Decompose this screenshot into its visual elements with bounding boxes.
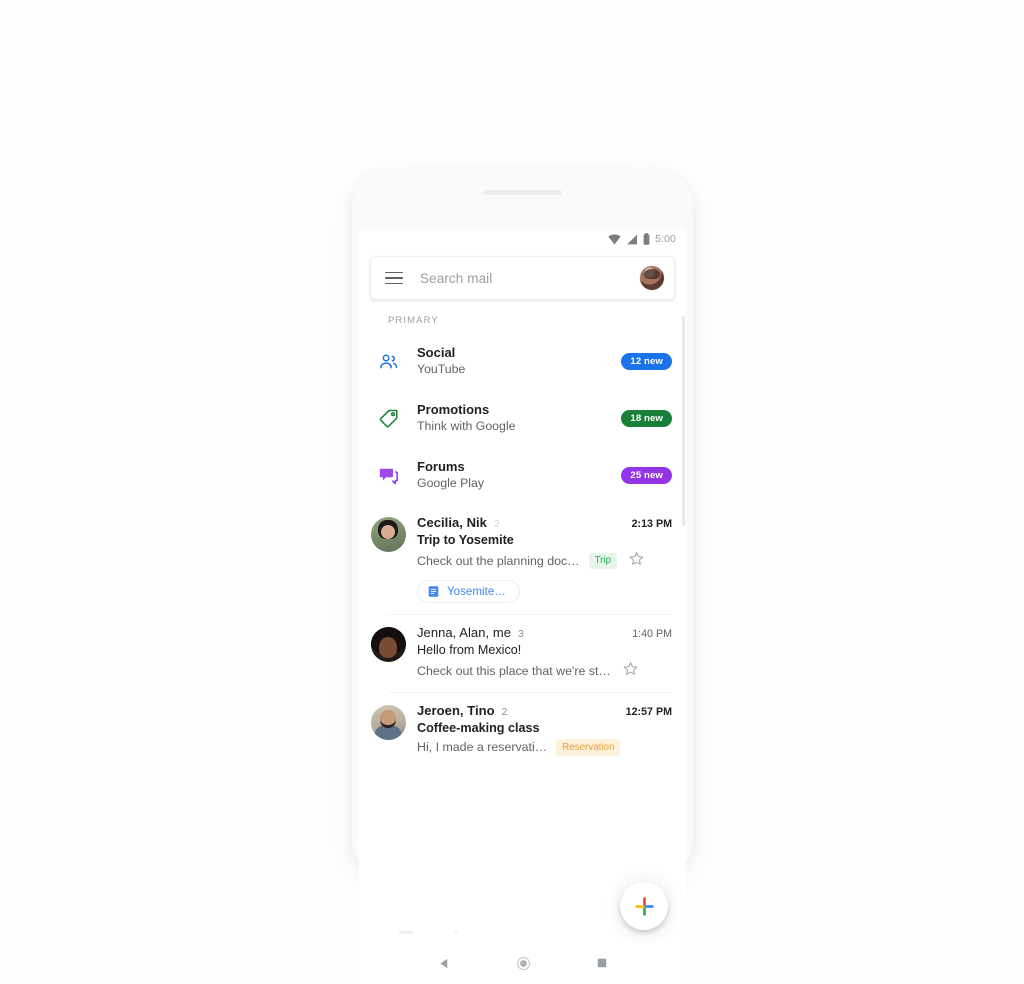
- android-nav-bar: [359, 943, 686, 983]
- back-button[interactable]: [438, 957, 451, 970]
- category-row-social[interactable]: Social YouTube 12 new: [359, 333, 686, 390]
- email-content: Jenna, Alan, me 3 1:40 PM Hello from Mex…: [417, 625, 672, 681]
- search-bar-container: Search mail: [359, 250, 686, 300]
- category-title: Forums: [417, 459, 465, 475]
- promotions-tag-icon: [359, 408, 417, 429]
- email-row[interactable]: Jenna, Alan, me 3 1:40 PM Hello from Mex…: [359, 614, 686, 692]
- attachment-name: Yosemite…: [447, 585, 506, 598]
- social-people-icon: [359, 351, 417, 372]
- category-text: Forums Google Play: [417, 458, 621, 493]
- avatar: [370, 705, 406, 740]
- email-sender: Jeroen, Tino: [417, 703, 495, 718]
- star-icon[interactable]: [623, 661, 638, 681]
- email-label-chip[interactable]: Reservation: [556, 739, 621, 756]
- email-snippet: Hi, I made a reservati…: [417, 740, 548, 755]
- category-subtitle: YouTube: [417, 362, 466, 377]
- search-input[interactable]: Search mail: [420, 271, 639, 286]
- section-label-primary: PRIMARY: [388, 315, 439, 326]
- category-badge: 12 new: [621, 352, 672, 371]
- battery-icon: [643, 233, 650, 245]
- category-text: Social YouTube: [417, 344, 621, 379]
- google-docs-icon: [428, 586, 439, 597]
- email-thread-count: 2: [501, 706, 508, 718]
- search-bar[interactable]: Search mail: [370, 256, 675, 300]
- avatar: [370, 517, 406, 552]
- email-time: 12:57 PM: [625, 706, 672, 718]
- email-content: Jeroen, Tino 2 12:57 PM Coffee-making cl…: [417, 703, 672, 756]
- forums-chat-icon: [359, 465, 417, 486]
- category-badge: 18 new: [621, 409, 672, 428]
- cell-signal-icon: [627, 234, 638, 244]
- category-subtitle: Think with Google: [417, 419, 516, 434]
- email-snippet: Check out this place that we're st…: [417, 664, 611, 678]
- email-subject: Coffee-making class: [417, 721, 540, 735]
- email-sender: Cecilia, Nik: [417, 515, 487, 530]
- account-avatar[interactable]: [639, 265, 665, 291]
- email-thread-count: 3: [517, 628, 524, 640]
- email-header-line: Jenna, Alan, me 3 1:40 PM: [417, 625, 672, 640]
- phone-screen: 5:00 Search mail PRIMARY Social YouTube …: [359, 228, 686, 983]
- email-thread-count: 2: [493, 518, 500, 530]
- category-title: Social: [417, 345, 456, 361]
- email-snippet-line: Hi, I made a reservati… Reservation: [417, 739, 672, 756]
- email-content: Cecilia, Nik 2 2:13 PM Trip to Yosemite …: [417, 515, 672, 603]
- email-time: 1:40 PM: [632, 628, 672, 640]
- compose-button[interactable]: [620, 882, 668, 930]
- email-header-line: Jeroen, Tino 2 12:57 PM: [417, 703, 672, 718]
- email-label-chip[interactable]: Trip: [588, 552, 618, 570]
- email-snippet: Check out the planning doc…: [417, 554, 580, 568]
- avatar-wrap: [359, 515, 417, 603]
- email-snippet-line: Check out the planning doc… Trip: [417, 551, 672, 571]
- category-row-forums[interactable]: Forums Google Play 25 new: [359, 447, 686, 504]
- email-subject: Trip to Yosemite: [417, 533, 514, 547]
- category-text: Promotions Think with Google: [417, 401, 621, 436]
- hamburger-menu-icon[interactable]: [385, 271, 403, 285]
- earpiece-speaker: [483, 190, 562, 195]
- email-subject: Hello from Mexico!: [417, 643, 522, 657]
- partial-email-row: [359, 929, 686, 943]
- scrollbar[interactable]: [682, 316, 685, 526]
- category-badge: 25 new: [621, 466, 672, 485]
- google-plus-icon: [634, 896, 654, 916]
- screenshot-canvas: 5:00 Search mail PRIMARY Social YouTube …: [0, 0, 1024, 984]
- category-row-promotions[interactable]: Promotions Think with Google 18 new: [359, 390, 686, 447]
- phone-device: 5:00 Search mail PRIMARY Social YouTube …: [352, 171, 693, 983]
- star-icon[interactable]: [629, 551, 644, 571]
- category-title: Promotions: [417, 402, 490, 418]
- status-bar: 5:00: [359, 228, 686, 250]
- wifi-icon: [608, 234, 621, 244]
- email-row[interactable]: Cecilia, Nik 2 2:13 PM Trip to Yosemite …: [359, 504, 686, 614]
- avatar-wrap: [359, 625, 417, 681]
- home-button[interactable]: [516, 956, 531, 971]
- email-time: 2:13 PM: [631, 518, 672, 530]
- email-sender: Jenna, Alan, me: [417, 625, 511, 640]
- status-bar-clock: 5:00: [655, 233, 676, 245]
- attachment-chip[interactable]: Yosemite…: [417, 580, 520, 603]
- category-subtitle: Google Play: [417, 476, 484, 491]
- avatar: [370, 627, 406, 662]
- avatar-wrap: [359, 703, 417, 756]
- email-header-line: Cecilia, Nik 2 2:13 PM: [417, 515, 672, 530]
- email-snippet-line: Check out this place that we're st…: [417, 661, 672, 681]
- email-row[interactable]: Jeroen, Tino 2 12:57 PM Coffee-making cl…: [359, 692, 686, 767]
- recents-button[interactable]: [596, 957, 608, 969]
